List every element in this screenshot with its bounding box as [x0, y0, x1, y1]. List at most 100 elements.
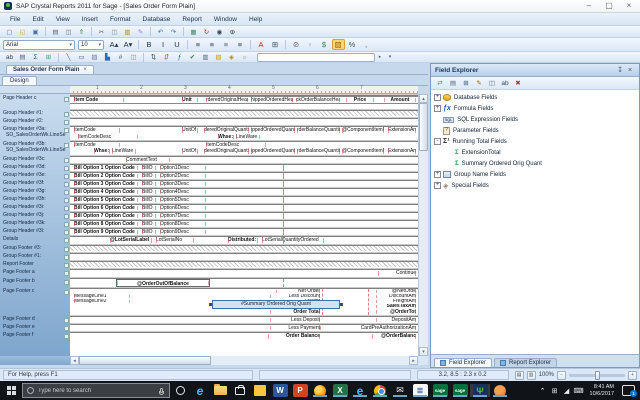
menu-window[interactable]: Window: [208, 15, 243, 24]
align-center-button[interactable]: ≡: [206, 39, 219, 50]
tree-item[interactable]: +ƒxFormula Fields: [434, 103, 639, 114]
design-field[interactable]: rderBalanceQuantity: [297, 148, 340, 155]
font-color-button[interactable]: A: [255, 39, 268, 50]
design-field[interactable]: ckOrderBalanceHead: [296, 97, 340, 103]
menu-format[interactable]: Format: [104, 15, 137, 24]
taskbar-icon-firefox[interactable]: [310, 385, 330, 397]
taskbar-icon-chrome[interactable]: [370, 385, 390, 397]
page-layout-icon[interactable]: ▤: [515, 371, 524, 380]
insert-group-button[interactable]: ⊞: [43, 53, 55, 62]
design-field[interactable]: @OrderBalanc: [372, 333, 416, 340]
design-field[interactable]: deredOriginalQuantity: [204, 127, 249, 134]
tree-item[interactable]: -Σ¹Running Total Fields: [434, 136, 639, 147]
menu-insert[interactable]: Insert: [76, 15, 104, 24]
print-button[interactable]: ▤: [50, 27, 62, 36]
menu-report[interactable]: Report: [176, 15, 208, 24]
lock-format-button[interactable]: ▫: [304, 39, 317, 50]
section-marker[interactable]: [62, 315, 70, 323]
insert-chart-button[interactable]: ▙: [102, 53, 114, 62]
section-marker[interactable]: [62, 140, 70, 155]
section-marker[interactable]: [62, 260, 70, 268]
taskbar-icon-mail[interactable]: ✉: [390, 384, 410, 397]
new-field-button[interactable]: ⊞: [460, 78, 472, 89]
section-marker[interactable]: [62, 171, 70, 179]
section-marker[interactable]: [62, 195, 70, 203]
maximize-button[interactable]: ▢: [602, 2, 616, 10]
find-button[interactable]: ◉: [214, 27, 226, 36]
full-page-icon[interactable]: ▥: [527, 371, 536, 380]
section-label[interactable]: Group Header #3j:: [0, 211, 62, 219]
section-label[interactable]: Group Header #3c:: [0, 155, 62, 163]
expand-plus-icon[interactable]: +: [434, 182, 441, 189]
section-label[interactable]: Page Footer f: [0, 331, 62, 340]
rename-field-button[interactable]: ab: [499, 78, 511, 89]
start-button[interactable]: [0, 381, 22, 400]
design-field[interactable]: UnitOf: [182, 148, 198, 155]
comma-button[interactable]: ,: [360, 39, 373, 50]
design-field[interactable]: Order Balance: [268, 333, 320, 340]
design-field[interactable]: ExtensionAm: [388, 127, 416, 134]
section-label[interactable]: Group Header #3b:SO_SalesOrderWk.LineSe: [0, 140, 62, 155]
tray-people-icon[interactable]: ⊞: [549, 387, 561, 395]
insert-box-button[interactable]: ▭: [76, 53, 88, 62]
design-field[interactable]: @ComponentItemPric: [342, 148, 384, 155]
insert-text-object-button[interactable]: ab: [4, 53, 16, 62]
section-label[interactable]: Page Footer d: [0, 315, 62, 323]
taskbar-icon-internet-explorer[interactable]: e: [350, 384, 370, 397]
scroll-down-icon[interactable]: ▾: [419, 347, 428, 356]
insert-crosstab-button[interactable]: #: [115, 53, 127, 62]
horizontal-scrollbar[interactable]: ◂ ▸: [70, 356, 418, 365]
quick-search-input[interactable]: [257, 53, 375, 62]
scrollbar-thumb[interactable]: [79, 356, 211, 365]
design-field[interactable]: LineWare: [112, 148, 136, 155]
menu-database[interactable]: Database: [137, 15, 177, 24]
open-report-button[interactable]: ◱: [17, 27, 29, 36]
section-label[interactable]: Report Footer: [0, 260, 62, 268]
refresh-button[interactable]: ↻: [201, 27, 213, 36]
design-field[interactable]: LotSerialQuantityOrdered: [262, 237, 324, 244]
new-report-button[interactable]: ▢: [4, 27, 16, 36]
tree-item[interactable]: ΣExtensionTotal: [434, 147, 639, 158]
database-expert-button[interactable]: ◈: [226, 53, 238, 62]
close-tab-icon[interactable]: ×: [83, 67, 87, 73]
italic-button[interactable]: I: [157, 39, 170, 50]
section-marker[interactable]: [62, 323, 70, 331]
edit-field-button[interactable]: ✎: [473, 78, 485, 89]
action-center-icon[interactable]: 1: [622, 385, 635, 396]
tree-item[interactable]: ?Parameter Fields: [434, 125, 639, 136]
align-left-button[interactable]: ≡: [192, 39, 205, 50]
design-field[interactable]: ippedOrderedQuantity: [251, 148, 295, 155]
section-label[interactable]: Group Header #2:: [0, 117, 62, 125]
font-size-select[interactable]: 10▾: [78, 40, 104, 50]
section-marker[interactable]: [62, 235, 70, 244]
section-label[interactable]: Group Header #3d:: [0, 163, 62, 171]
tree-item[interactable]: ΣSummary Ordered Orig Quant: [434, 158, 639, 169]
section-marker[interactable]: [62, 277, 70, 287]
tree-item[interactable]: +◈Special Fields: [434, 180, 639, 191]
tab-report-explorer[interactable]: Report Explorer: [494, 358, 557, 367]
highlight-button[interactable]: ▧: [332, 39, 345, 50]
close-icon[interactable]: ×: [625, 67, 635, 74]
decrease-font-button[interactable]: A▾: [122, 39, 135, 50]
design-field[interactable]: ippedOrderedQuantity: [251, 127, 295, 134]
section-marker[interactable]: [62, 163, 70, 171]
section-marker[interactable]: [62, 331, 70, 340]
bold-button[interactable]: B: [143, 39, 156, 50]
outside-borders-button[interactable]: ⊞: [269, 39, 282, 50]
section-label[interactable]: Group Footer #3:: [0, 244, 62, 252]
scroll-left-icon[interactable]: ◂: [70, 356, 79, 365]
delete-field-button[interactable]: ✖: [512, 78, 524, 89]
taskbar-icon-sage-50[interactable]: sage: [430, 384, 450, 397]
print-preview-button[interactable]: ◫: [63, 27, 75, 36]
sort-control-button[interactable]: ⇅: [148, 53, 160, 62]
zoom-in-icon[interactable]: +: [628, 371, 637, 380]
tree-item[interactable]: +Database Fields: [434, 92, 639, 103]
section-label[interactable]: Group Footer #1:: [0, 252, 62, 260]
duplicate-field-button[interactable]: ◫: [486, 78, 498, 89]
section-marker[interactable]: [62, 94, 70, 109]
section-label[interactable]: Group Header #3a:SO_SalesOrderWk.LineSe: [0, 125, 62, 140]
undo-button[interactable]: ↶: [155, 27, 167, 36]
toggle-group-tree-button[interactable]: ▦: [188, 27, 200, 36]
section-marker[interactable]: [62, 155, 70, 163]
section-label[interactable]: Group Header #3e:: [0, 171, 62, 179]
